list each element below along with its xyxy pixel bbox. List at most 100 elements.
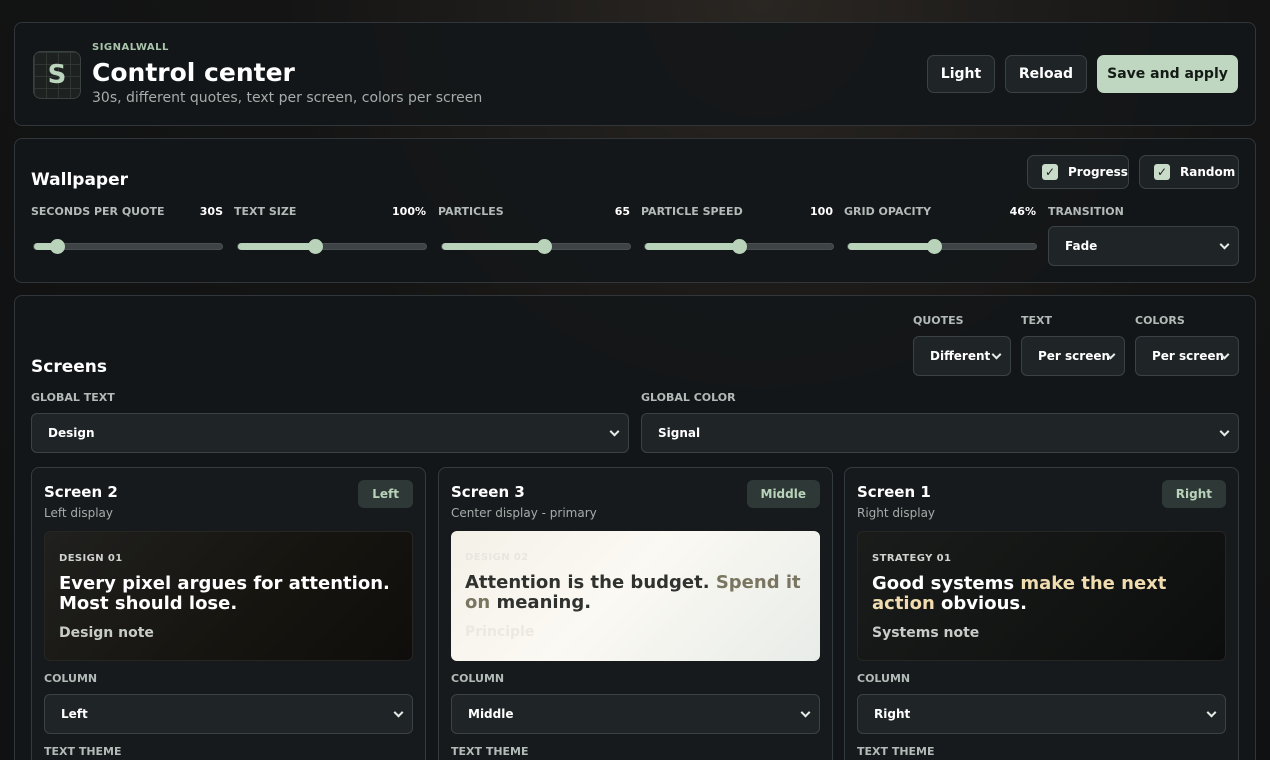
chevron-down-icon xyxy=(1219,426,1230,437)
screens-title: Screens xyxy=(31,357,107,377)
column-select[interactable]: Right xyxy=(857,694,1226,734)
reload-button[interactable]: Reload xyxy=(1005,55,1087,93)
position-badge: Left xyxy=(358,480,413,508)
random-toggle[interactable]: ✓ Random xyxy=(1139,155,1239,189)
preview-kicker: DESIGN 01 xyxy=(59,553,123,564)
transition-label: TRANSITION xyxy=(1048,205,1124,218)
chevron-down-icon xyxy=(393,707,404,718)
text-theme-label: TEXT THEME xyxy=(451,745,529,758)
screen-name: Screen 1 xyxy=(857,483,931,501)
global-color-label: GLOBAL COLOR xyxy=(641,391,736,404)
save-and-apply-button[interactable]: Save and apply xyxy=(1097,55,1238,93)
grid-opacity-slider[interactable] xyxy=(847,239,1037,254)
global-color-value: Signal xyxy=(658,426,701,440)
preview-note: Systems note xyxy=(872,625,980,641)
chevron-down-icon xyxy=(800,707,811,718)
page-title: Control center xyxy=(92,58,295,87)
text-theme-label: TEXT THEME xyxy=(857,745,935,758)
text-theme-label: TEXT THEME xyxy=(44,745,122,758)
screen-card-left: Screen 2 Left display Left DESIGN 01 Eve… xyxy=(31,467,426,760)
particle-speed-slider[interactable] xyxy=(644,239,834,254)
chevron-down-icon xyxy=(991,349,1002,360)
screen-name: Screen 3 xyxy=(451,483,525,501)
slider-thumb[interactable] xyxy=(732,239,747,254)
screen-preview: DESIGN 02 Attention is the budget. Spend… xyxy=(451,531,820,661)
random-toggle-label: Random xyxy=(1180,165,1236,179)
preview-kicker: STRATEGY 01 xyxy=(872,553,952,564)
checkbox-checked-icon: ✓ xyxy=(1042,164,1058,180)
slider-fill xyxy=(645,243,739,250)
grid-opacity-label: GRID OPACITY xyxy=(844,205,932,218)
text-size-value: 100% xyxy=(392,205,426,218)
progress-toggle-label: Progress xyxy=(1068,165,1128,179)
seconds-per-quote-label: SECONDS PER QUOTE xyxy=(31,205,165,218)
screen-description: Left display xyxy=(44,506,113,520)
grid-opacity-value: 46% xyxy=(1009,205,1036,218)
preview-note: Design note xyxy=(59,625,154,641)
preview-quote: Good systems make the next action obviou… xyxy=(872,574,1222,614)
transition-select[interactable]: Fade xyxy=(1048,226,1239,266)
slider-thumb[interactable] xyxy=(49,239,65,254)
column-label: COLUMN xyxy=(857,672,911,685)
particles-label: PARTICLES xyxy=(438,205,504,218)
global-text-value: Design xyxy=(48,426,95,440)
colors-mode-select[interactable]: Per screen xyxy=(1135,336,1239,376)
screen-card-middle: Screen 3 Center display - primary Middle… xyxy=(438,467,833,760)
colors-mode-value: Per screen xyxy=(1152,349,1225,363)
wallpaper-panel: Wallpaper ✓ Progress ✓ Random SECONDS PE… xyxy=(14,138,1256,283)
seconds-per-quote-slider[interactable] xyxy=(33,239,223,254)
slider-fill xyxy=(442,243,544,250)
logo-letter: S xyxy=(47,60,67,90)
screen-card-right: Screen 1 Right display Right STRATEGY 01… xyxy=(844,467,1239,760)
preview-quote: Attention is the budget. Spend it on mea… xyxy=(465,573,815,613)
global-color-select[interactable]: Signal xyxy=(641,413,1239,453)
checkbox-checked-icon: ✓ xyxy=(1154,164,1170,180)
logo-icon: S xyxy=(33,51,81,99)
screen-description: Right display xyxy=(857,506,936,520)
progress-toggle[interactable]: ✓ Progress xyxy=(1027,155,1129,189)
particle-speed-label: PARTICLE SPEED xyxy=(641,205,743,218)
slider-thumb[interactable] xyxy=(536,239,552,254)
column-select[interactable]: Middle xyxy=(451,694,820,734)
particles-slider[interactable] xyxy=(441,239,631,254)
light-button[interactable]: Light xyxy=(927,55,995,93)
screen-name: Screen 2 xyxy=(44,483,118,501)
column-value: Middle xyxy=(468,707,514,721)
text-size-slider[interactable] xyxy=(237,239,427,254)
brand-name: SIGNALWALL xyxy=(92,42,169,53)
preview-kicker: DESIGN 02 xyxy=(465,552,529,563)
text-size-label: TEXT SIZE xyxy=(234,205,297,218)
column-label: COLUMN xyxy=(451,672,505,685)
column-select[interactable]: Left xyxy=(44,694,413,734)
text-mode-select[interactable]: Per screen xyxy=(1021,336,1125,376)
slider-thumb[interactable] xyxy=(927,239,943,254)
column-value: Right xyxy=(874,707,911,721)
text-mode-value: Per screen xyxy=(1038,349,1111,363)
slider-thumb[interactable] xyxy=(308,239,324,254)
quotes-select[interactable]: Different xyxy=(913,336,1011,376)
screens-panel: Screens QUOTES Different TEXT Per screen… xyxy=(14,295,1256,760)
slider-fill xyxy=(848,243,935,250)
chevron-down-icon xyxy=(1206,707,1217,718)
page-subtitle: 30s, different quotes, text per screen, … xyxy=(92,90,483,106)
preview-quote: Every pixel argues for attention. Most s… xyxy=(59,573,390,614)
chevron-down-icon xyxy=(1219,239,1230,250)
screen-preview: STRATEGY 01 Good systems make the next a… xyxy=(857,531,1226,661)
transition-value: Fade xyxy=(1065,239,1098,253)
column-value: Left xyxy=(61,707,88,721)
column-label: COLUMN xyxy=(44,672,98,685)
seconds-per-quote-value: 30S xyxy=(199,205,223,218)
chevron-down-icon xyxy=(609,426,620,437)
global-text-label: GLOBAL TEXT xyxy=(31,391,115,404)
quotes-label: QUOTES xyxy=(913,314,964,327)
quotes-value: Different xyxy=(930,349,991,363)
screen-description: Center display - primary xyxy=(451,506,597,520)
particle-speed-value: 100 xyxy=(810,205,833,218)
text-mode-label: TEXT xyxy=(1021,314,1053,327)
slider-fill xyxy=(238,243,316,250)
position-badge: Middle xyxy=(746,480,820,508)
header-panel: S SIGNALWALL Control center 30s, differe… xyxy=(14,22,1256,126)
quote-part: meaning. xyxy=(490,592,592,613)
quote-part: obvious. xyxy=(934,593,1027,614)
global-text-select[interactable]: Design xyxy=(31,413,629,453)
